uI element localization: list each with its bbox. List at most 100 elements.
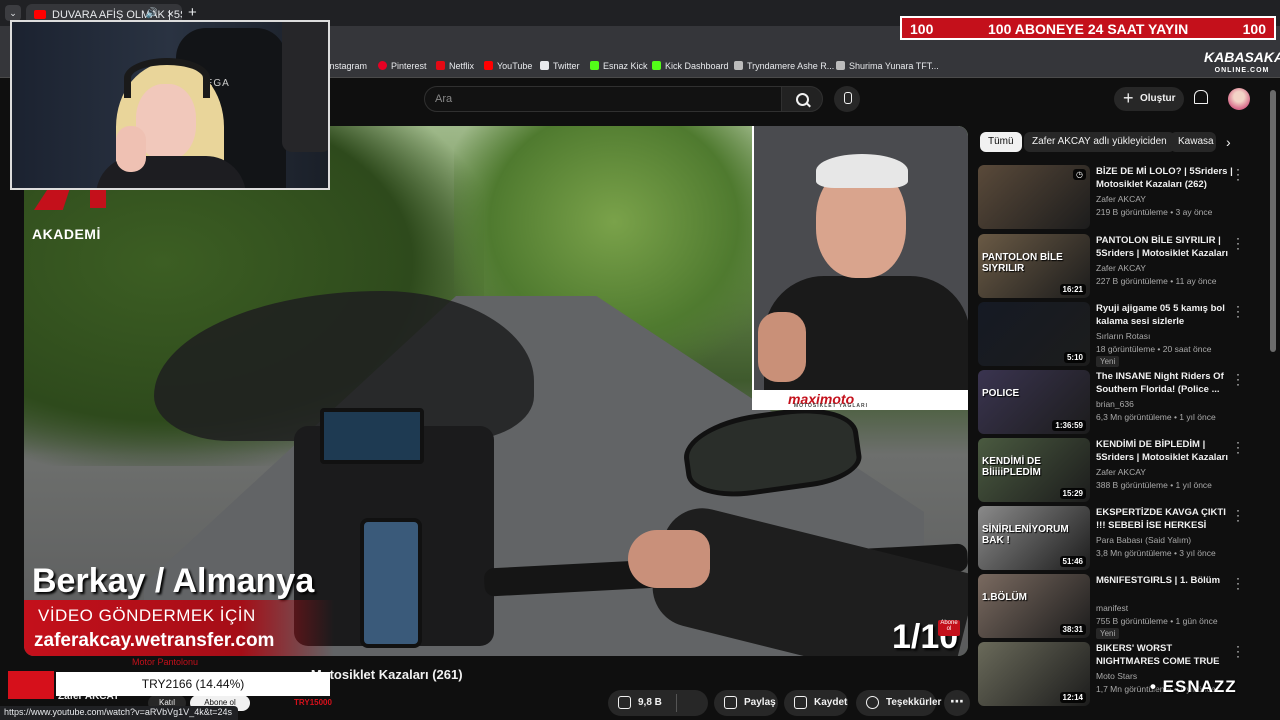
related-channel-name[interactable]: Moto Stars — [1096, 671, 1137, 681]
video-duration: 16:21 — [1059, 284, 1086, 295]
like-count: 9,8 B — [638, 697, 662, 708]
related-video-title[interactable]: M6NIFESTGIRLS | 1. Bölüm — [1096, 574, 1234, 587]
kebab-menu-icon[interactable]: · · · — [1234, 163, 1242, 185]
more-actions-button[interactable]: ⋯ — [944, 690, 970, 716]
kabasakal-logo: KABASAKAL ONLINE.COM — [1204, 50, 1280, 80]
video-thumbnail[interactable]: ◷ — [978, 165, 1090, 229]
gps-screen — [320, 408, 424, 464]
video-thumbnail[interactable]: SİNİRLENİYORUM BAK ! 51:46 — [978, 506, 1090, 570]
related-channel-name[interactable]: Zafer AKCAY — [1096, 467, 1146, 477]
chip-uploader[interactable]: Zafer AKCAY adlı yükleyiciden — [1024, 132, 1175, 152]
kebab-menu-icon[interactable]: · · · — [1234, 436, 1242, 458]
bookmark-kick-dashboard[interactable]: Kick Dashboard — [652, 61, 729, 71]
watch-later-icon[interactable]: ◷ — [1073, 169, 1086, 180]
kebab-menu-icon[interactable]: · · · — [1234, 640, 1242, 662]
related-video-title[interactable]: The INSANE Night Riders Of Southern Flor… — [1096, 370, 1234, 396]
related-video-title[interactable]: BIKERS' WORST NIGHTMARES COME TRUE — [1096, 642, 1234, 668]
search-input[interactable]: Ara — [424, 86, 782, 112]
related-channel-name[interactable]: Sırların Rotası — [1096, 331, 1150, 341]
bookmark-youtube[interactable]: YouTube — [484, 61, 532, 71]
bookmark-esnaz-kick[interactable]: Esnaz Kick — [590, 61, 648, 71]
thanks-label: Teşekkürler — [886, 697, 942, 708]
kebab-menu-icon[interactable]: · · · — [1234, 572, 1242, 594]
related-video-item[interactable]: KENDİMİ DE BİiiiiPLEDİM 15:29 KENDİMİ DE B… — [978, 436, 1268, 502]
status-url: https://www.youtube.com/watch?v=aRVbVg1V… — [0, 706, 238, 720]
bookmark-tryndamere[interactable]: Tryndamere Ashe R... — [734, 61, 834, 71]
voice-search-button[interactable] — [834, 86, 860, 112]
video-player[interactable]: maximoto MOTOSIKLET YAGLARI AKADEMİ Berk… — [24, 126, 968, 656]
video-thumbnail[interactable]: KENDİMİ DE BİiiiiPLEDİM 15:29 — [978, 438, 1090, 502]
related-channel-name[interactable]: manifest — [1096, 603, 1128, 613]
thumbnail-text: SİNİRLENİYORUM BAK ! — [982, 524, 1069, 546]
rider-hand — [628, 530, 710, 588]
related-video-item[interactable]: ◷ BİZE DE Mİ LOLO? | 5Sriders | Motosikle… — [978, 163, 1268, 229]
share-label: Paylaş — [744, 697, 776, 708]
video-thumbnail[interactable]: POLICE 1:36:59 — [978, 370, 1090, 434]
subscribe-badge: Abone ol — [938, 620, 960, 636]
thanks-icon — [866, 696, 879, 709]
kebab-menu-icon[interactable]: · · · — [1234, 232, 1242, 254]
related-video-title[interactable]: KENDİMİ DE BİPLEDİM | 5Sriders | Motosik… — [1096, 438, 1234, 464]
video-duration: 38:31 — [1059, 624, 1086, 635]
create-button[interactable]: Oluştur — [1114, 87, 1184, 111]
mounted-phone — [360, 518, 422, 648]
figure-background — [282, 22, 328, 152]
related-video-title[interactable]: BİZE DE Mİ LOLO? | 5Sriders | Motosiklet… — [1096, 165, 1234, 191]
kebab-menu-icon[interactable]: · · · — [1234, 300, 1242, 322]
tab-search-button[interactable]: ⌄ — [5, 5, 21, 21]
new-tab-button[interactable]: + — [188, 4, 197, 21]
related-video-title[interactable]: Ryuji ajigame 05 5 kamış bol kalama sesi… — [1096, 302, 1234, 328]
search-button[interactable] — [781, 86, 823, 112]
bookmark-icon — [794, 696, 807, 709]
video-duration: 51:46 — [1059, 556, 1086, 567]
thanks-button[interactable]: Teşekkürler — [856, 690, 941, 716]
kebab-menu-icon[interactable]: · · · — [1234, 504, 1242, 526]
like-divider — [676, 694, 677, 712]
kebab-menu-icon[interactable]: · · · — [1234, 368, 1242, 390]
chip-all[interactable]: Tümü — [980, 132, 1022, 152]
video-thumbnail[interactable]: 5:10 — [978, 302, 1090, 366]
related-video-item[interactable]: SİNİRLENİYORUM BAK ! 51:46 EKSPERTİZDE KAV… — [978, 504, 1268, 570]
related-video-title[interactable]: EKSPERTİZDE KAVGA ÇIKTI !!! SEBEBİ İSE H… — [1096, 506, 1234, 532]
bookmark-twitter[interactable]: Twitter — [540, 61, 580, 71]
related-channel-name[interactable]: Para Babası (Said Yalım) — [1096, 535, 1191, 545]
save-button[interactable]: Kaydet — [784, 690, 848, 716]
video-thumbnail[interactable]: 1.BÖLÜM 38:31 — [978, 574, 1090, 638]
related-channel-name[interactable]: Zafer AKCAY — [1096, 263, 1146, 273]
speaker-icon[interactable]: 🔊 — [146, 8, 158, 19]
thumbnail-text: PANTOLON BİLE SIYRILIR — [982, 252, 1063, 274]
share-button[interactable]: Paylaş — [714, 690, 778, 716]
related-video-item[interactable]: 1.BÖLÜM 38:31 M6NIFESTGIRLS | 1. Bölüm mani… — [978, 572, 1268, 639]
related-video-item[interactable]: POLICE 1:36:59 The INSANE Night Riders Of … — [978, 368, 1268, 434]
streamer-webcam: VEGA — [10, 20, 330, 190]
thumbnail-text: KENDİMİ DE BİiiiiPLEDİM — [982, 456, 1041, 478]
related-channel-name[interactable]: brian_636 — [1096, 399, 1134, 409]
presenter-hair — [816, 154, 908, 188]
donation-bar-logo — [8, 671, 54, 699]
bookmark-pinterest[interactable]: Pinterest — [378, 61, 427, 71]
bookmark-netflix[interactable]: Netflix — [436, 61, 474, 71]
donation-goal: TRY15000 — [294, 698, 332, 707]
video-thumbnail[interactable]: PANTOLON BİLE SIYRILIR 16:21 — [978, 234, 1090, 298]
logo-sub-text: ONLINE.COM — [1214, 67, 1270, 74]
video-thumbnail[interactable]: 12:14 — [978, 642, 1090, 706]
rider-name-overlay: Berkay / Almanya — [32, 562, 315, 600]
related-video-meta: 227 B görüntüleme • 11 ay önce — [1096, 276, 1217, 286]
bookmark-shurima[interactable]: Shurima Yunara TFT... — [836, 61, 939, 71]
chevron-right-icon[interactable]: › — [1226, 134, 1231, 150]
related-video-item[interactable]: PANTOLON BİLE SIYRILIR 16:21 PANTOLON BİLE… — [978, 232, 1268, 298]
page-scrollbar[interactable] — [1270, 90, 1276, 352]
thumbnail-text: POLICE — [982, 388, 1020, 399]
related-video-item[interactable]: 5:10 Ryuji ajigame 05 5 kamış bol kalama … — [978, 300, 1268, 367]
streamer-hand — [116, 126, 146, 172]
headphones — [124, 58, 210, 98]
notifications-bell-icon[interactable] — [1193, 90, 1208, 105]
close-tab-icon[interactable]: × — [167, 7, 174, 21]
save-label: Kaydet — [814, 697, 848, 708]
chip-kawasaki[interactable]: Kawasa — [1170, 132, 1216, 152]
related-video-title[interactable]: PANTOLON BİLE SIYRILIR | 5Sriders | Moto… — [1096, 234, 1234, 260]
account-avatar[interactable] — [1228, 88, 1250, 110]
like-button[interactable]: 9,8 B — [608, 690, 708, 716]
related-channel-name[interactable]: Zafer AKCAY — [1096, 194, 1146, 204]
video-duration: 5:10 — [1063, 352, 1086, 363]
